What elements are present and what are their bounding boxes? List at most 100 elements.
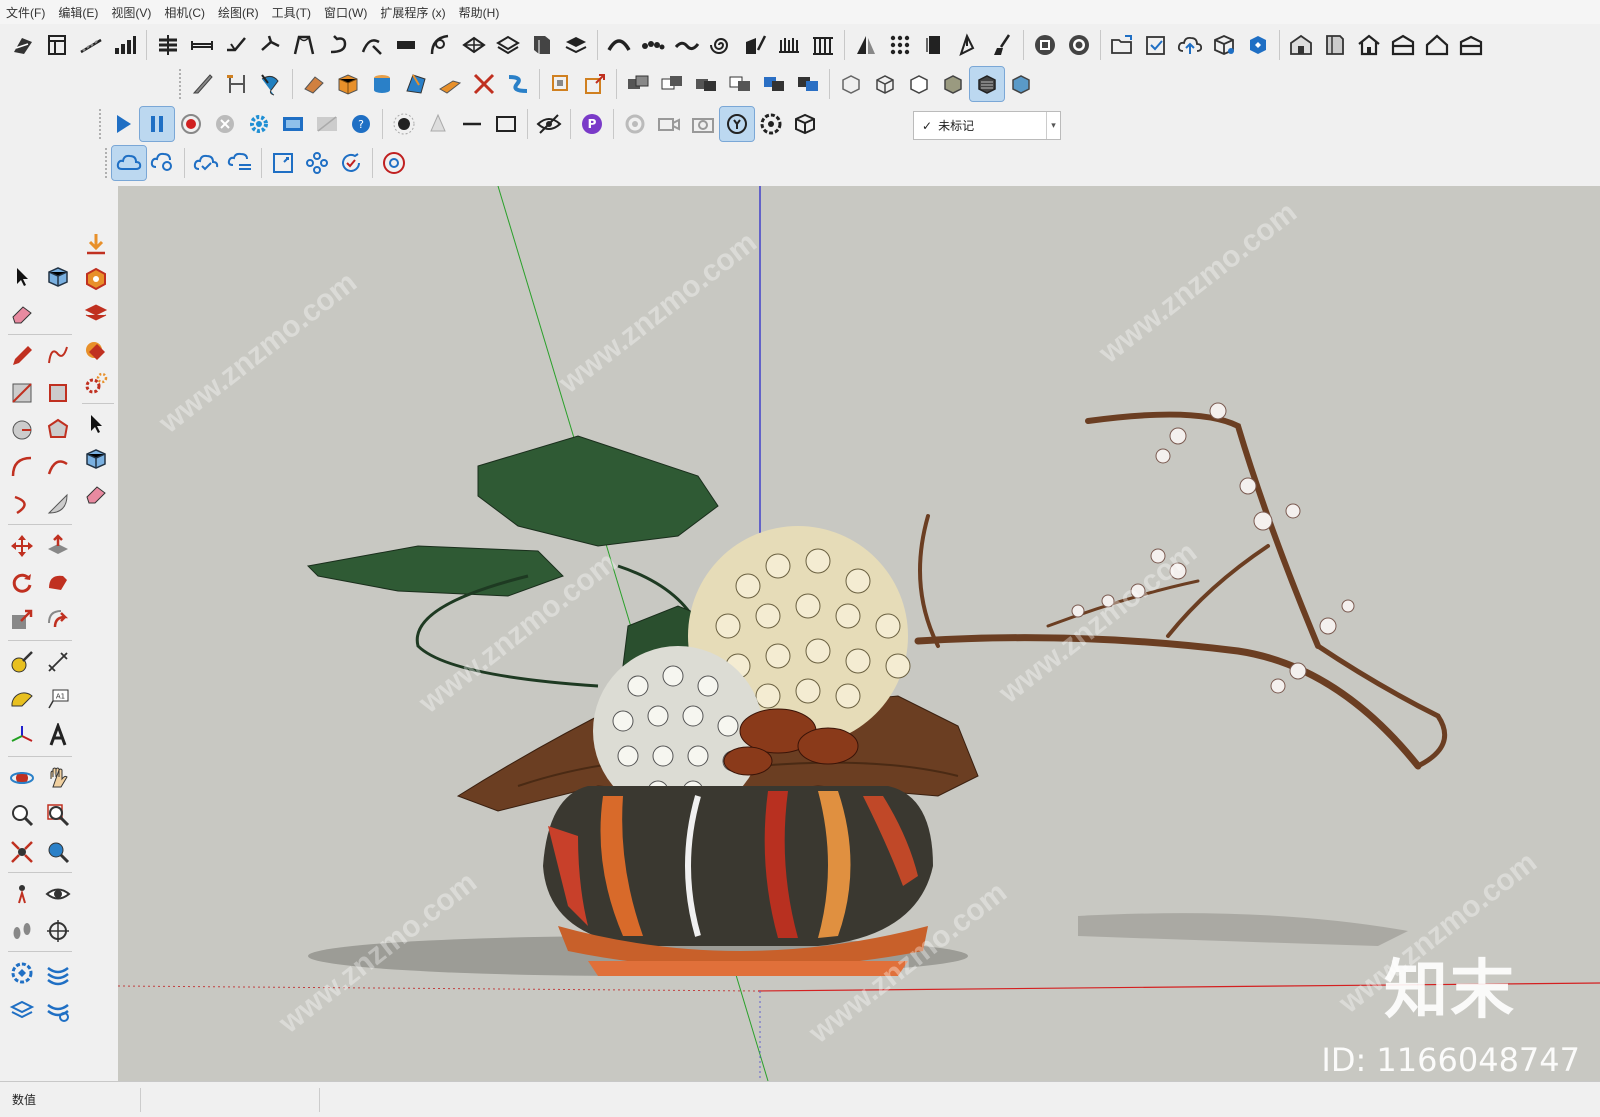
text-tool-icon[interactable]: A1 [40, 681, 76, 716]
arc-tool-icon[interactable] [4, 449, 40, 484]
menu-edit[interactable]: 编辑(E) [58, 4, 98, 21]
square-frame-icon[interactable] [544, 67, 578, 101]
house-roof-icon[interactable] [1386, 28, 1420, 62]
freehand-icon[interactable] [40, 338, 76, 373]
zoom-window-icon[interactable] [40, 797, 76, 832]
eraser-icon[interactable] [4, 296, 40, 331]
play-icon[interactable] [106, 107, 140, 141]
layers-warehouse-icon[interactable] [4, 992, 40, 1027]
menu-draw[interactable]: 绘图(R) [218, 4, 259, 21]
import-arrow-icon[interactable] [78, 226, 114, 261]
film-strip-icon[interactable] [276, 107, 310, 141]
diamond-red-icon[interactable] [78, 331, 114, 366]
spinner-icon[interactable] [618, 107, 652, 141]
stack-boxes-icon[interactable] [621, 67, 655, 101]
position-camera-icon[interactable] [4, 876, 40, 911]
look-around-icon[interactable] [40, 876, 76, 911]
dimension-tool-icon[interactable] [40, 644, 76, 679]
pie-tool-icon[interactable] [40, 486, 76, 521]
stairs-icon[interactable] [74, 28, 108, 62]
pause-icon[interactable] [139, 106, 175, 142]
follow-me-icon[interactable] [254, 67, 288, 101]
checkbox-icon[interactable] [1139, 28, 1173, 62]
menu-help[interactable]: 帮助(H) [459, 4, 500, 21]
box-orange-icon[interactable] [331, 67, 365, 101]
stop-icon[interactable] [208, 107, 242, 141]
curve-tool-icon[interactable] [355, 28, 389, 62]
rotate-tool-icon[interactable] [4, 565, 40, 600]
export-square-icon[interactable] [578, 67, 612, 101]
layer-icon[interactable] [559, 28, 593, 62]
boxes-3-icon[interactable] [689, 67, 723, 101]
cube-gear-icon[interactable] [1207, 28, 1241, 62]
select-arrow-icon[interactable] [4, 259, 40, 294]
tag-dropdown[interactable]: ✓ 未标记 ▾ [913, 111, 1061, 140]
pen-tip-icon[interactable] [951, 28, 985, 62]
orbit-icon[interactable] [4, 760, 40, 795]
scale-icon[interactable] [457, 28, 491, 62]
eraser-box-icon[interactable] [297, 67, 331, 101]
model-viewport[interactable]: www.znzmo.com www.znzmo.com www.znzmo.co… [118, 186, 1600, 1081]
hidden-line-icon[interactable] [902, 67, 936, 101]
dimension-icon[interactable] [185, 28, 219, 62]
cabinet-icon[interactable] [525, 28, 559, 62]
undo-curve-icon[interactable] [321, 28, 355, 62]
boxes-2-icon[interactable] [655, 67, 689, 101]
sandbox-icon[interactable] [6, 28, 40, 62]
rotate-icon[interactable] [253, 28, 287, 62]
shaded-icon[interactable] [936, 67, 970, 101]
measurements-input[interactable] [140, 1088, 320, 1112]
measure-icon[interactable] [220, 67, 254, 101]
camera-video-icon[interactable] [652, 107, 686, 141]
rotated-rect-icon[interactable] [40, 375, 76, 410]
square-corner-icon[interactable] [266, 146, 300, 180]
warehouse-icon[interactable] [1284, 28, 1318, 62]
walk-icon[interactable] [4, 913, 40, 948]
pan-hand-icon[interactable] [40, 760, 76, 795]
textured-icon[interactable] [969, 66, 1005, 102]
arch-icon[interactable] [602, 28, 636, 62]
arc-2pt-icon[interactable] [40, 449, 76, 484]
folder-icon[interactable] [1105, 28, 1139, 62]
camera-photo-icon[interactable] [686, 107, 720, 141]
wave-icon[interactable] [670, 28, 704, 62]
spiral-icon[interactable] [704, 28, 738, 62]
monochrome-icon[interactable] [1004, 67, 1038, 101]
rectangle-icon[interactable] [489, 107, 523, 141]
axes-tool-icon[interactable] [4, 718, 40, 753]
section-plane-icon[interactable] [40, 913, 76, 948]
refresh-check-icon[interactable] [334, 146, 368, 180]
gears-orange-icon[interactable] [78, 366, 114, 401]
column-icon[interactable] [806, 28, 840, 62]
polygon-tool-icon[interactable] [40, 412, 76, 447]
circle-tool-icon[interactable] [4, 412, 40, 447]
wedge-icon[interactable] [433, 67, 467, 101]
help-icon[interactable]: ? [344, 107, 378, 141]
cloud-check-icon[interactable] [189, 146, 223, 180]
brush-icon[interactable] [985, 28, 1019, 62]
cloud-upload-icon[interactable] [1173, 28, 1207, 62]
menu-tools[interactable]: 工具(T) [272, 4, 311, 21]
rectangle-tool-icon[interactable] [4, 375, 40, 410]
zoom-icon[interactable] [4, 797, 40, 832]
grid-stack-icon[interactable] [151, 28, 185, 62]
hexagon-tool-icon[interactable] [78, 261, 114, 296]
push-pull-icon[interactable] [40, 528, 76, 563]
path-icon[interactable] [423, 28, 457, 62]
component-icon[interactable] [40, 259, 76, 294]
chevron-down-icon[interactable]: ▾ [1046, 112, 1060, 139]
cone-icon[interactable] [421, 107, 455, 141]
cloud-sync-icon[interactable] [111, 145, 147, 181]
gear-circle-icon[interactable] [1062, 28, 1096, 62]
purple-p-icon[interactable]: P [575, 107, 609, 141]
offset-tool-icon[interactable] [40, 602, 76, 637]
3d-text-icon[interactable] [40, 718, 76, 753]
cross-cut-icon[interactable] [467, 67, 501, 101]
mirror-icon[interactable] [491, 28, 525, 62]
cube-arrow-icon[interactable] [788, 107, 822, 141]
move-tool-icon[interactable] [4, 528, 40, 563]
network-icon[interactable] [300, 146, 334, 180]
snake-icon[interactable] [501, 67, 535, 101]
record-icon[interactable] [174, 107, 208, 141]
warehouse-gear-icon[interactable] [4, 955, 40, 990]
